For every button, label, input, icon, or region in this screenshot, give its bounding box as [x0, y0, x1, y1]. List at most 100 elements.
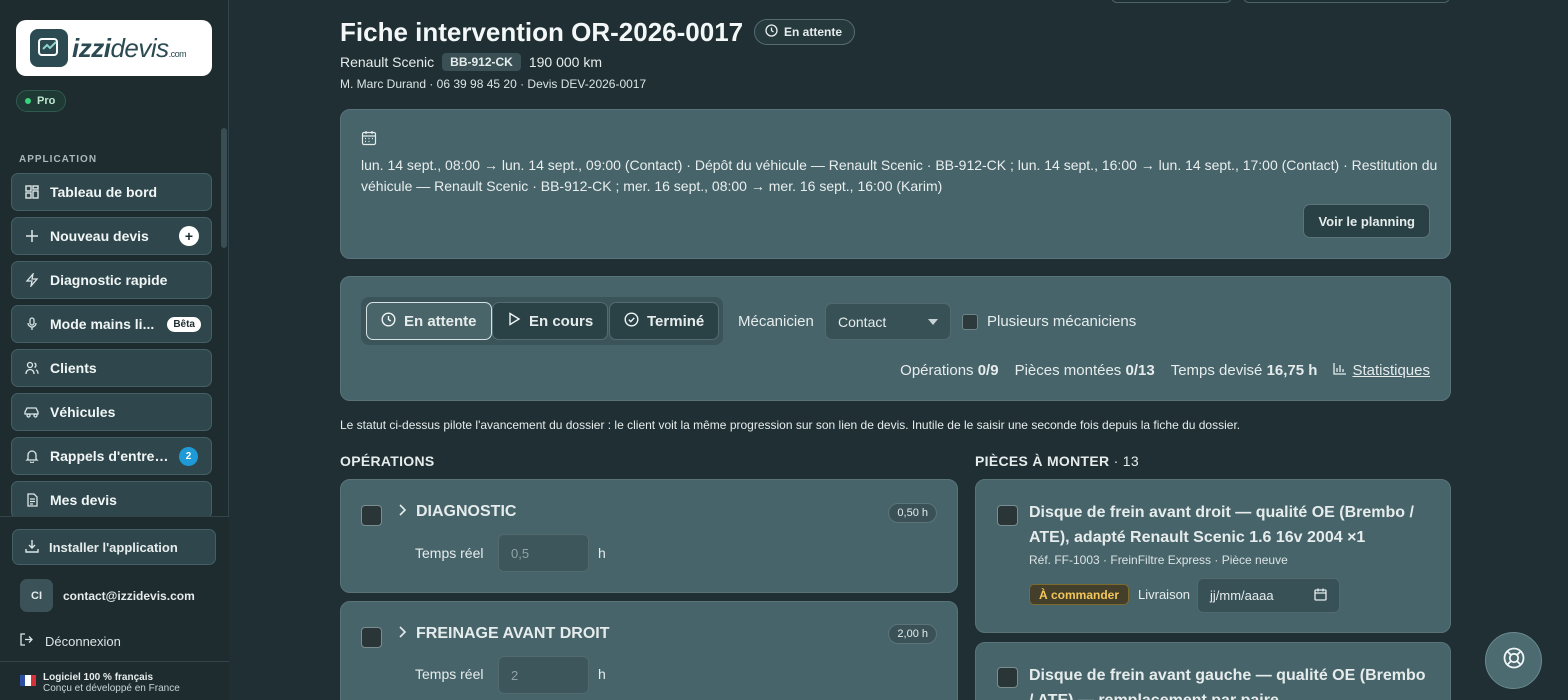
part-name: Disque de frein avant droit — qualité OE… — [1029, 504, 1414, 546]
play-icon — [507, 312, 521, 330]
sidebar-item-label: Tableau de bord — [50, 184, 158, 200]
status-dot-icon — [25, 98, 31, 104]
license-plate: BB-912-CK — [442, 53, 521, 71]
statistics-link[interactable]: Statistiques — [1333, 362, 1430, 379]
operation-name: FREINAGE AVANT DROIT — [416, 625, 610, 642]
status-badge: En attente — [754, 19, 856, 45]
logo-wordmark: izzidevis.com — [72, 32, 187, 63]
new-quote-badge: + — [179, 226, 199, 246]
french-flag-icon — [20, 675, 36, 686]
sidebar-item-my-quotes[interactable]: Mes devis — [11, 481, 212, 519]
operation-checkbox[interactable] — [361, 505, 382, 526]
sidebar-item-label: Clients — [50, 360, 97, 376]
plan-badge: Pro — [16, 90, 67, 112]
microphone-icon — [24, 316, 40, 332]
sidebar-item-clients[interactable]: Clients — [11, 349, 212, 387]
user-account[interactable]: CI contact@izzidevis.com — [20, 579, 195, 612]
sidebar-item-label: Véhicules — [50, 404, 116, 420]
parts-stat: Pièces montées 0/13 — [1014, 362, 1155, 379]
sidebar-item-dashboard[interactable]: Tableau de bord — [11, 173, 212, 211]
calendar-icon[interactable] — [1314, 588, 1327, 604]
real-time-input[interactable]: 0,5 — [498, 534, 589, 572]
part-card: Disque de frein avant droit — qualité OE… — [975, 479, 1451, 633]
sidebar-item-quick-diagnostic[interactable]: Diagnostic rapide — [11, 261, 212, 299]
sidebar-item-label: Mode mains li... — [50, 316, 155, 332]
chevron-down-icon — [928, 319, 938, 325]
sidebar-scrollbar[interactable] — [221, 128, 227, 248]
calendar-icon — [361, 130, 377, 151]
logout-button[interactable]: Déconnexion — [20, 633, 121, 649]
page-title: Fiche intervention OR-2026-0017 — [340, 17, 744, 47]
operation-card: FREINAGE AVANT DROIT 2,00 h Temps réel 2… — [340, 601, 958, 700]
dashboard-icon — [24, 184, 40, 200]
multiple-mechanics-checkbox[interactable] — [962, 313, 978, 330]
install-app-button[interactable]: Installer l'application — [12, 529, 216, 565]
car-icon — [24, 404, 40, 420]
help-lifebuoy-button[interactable] — [1485, 632, 1542, 689]
part-reference: Réf. FF-1003 · FreinFiltre Express · Piè… — [1029, 553, 1288, 567]
plus-icon — [24, 228, 40, 244]
chevron-right-icon[interactable] — [397, 625, 407, 642]
client-info: M. Marc Durand · 06 39 98 45 20 · Devis … — [340, 77, 647, 91]
bell-icon — [24, 448, 40, 464]
sidebar-item-new-quote[interactable]: Nouveau devis + — [11, 217, 212, 255]
operation-hours-badge: 2,00 h — [888, 624, 937, 644]
sidebar-nav: Tableau de bord Nouveau devis + Diagnost… — [11, 173, 212, 525]
top-action-button[interactable] — [1111, 0, 1232, 3]
sidebar-item-maintenance-reminders[interactable]: Rappels d'entret... 2 — [11, 437, 212, 475]
part-name: Disque de frein avant gauche — qualité O… — [1029, 667, 1426, 700]
view-planning-button[interactable]: Voir le planning — [1303, 204, 1430, 238]
status-in-progress-button[interactable]: En cours — [492, 302, 609, 340]
avatar: CI — [20, 579, 53, 612]
operations-stat: Opérations 0/9 — [900, 362, 999, 379]
sidebar-item-vehicles[interactable]: Véhicules — [11, 393, 212, 431]
sidebar-footer: Installer l'application CI contact@izzid… — [0, 516, 229, 700]
logout-icon — [20, 633, 33, 649]
operation-card: DIAGNOSTIC 0,50 h Temps réel 0,5 h — [340, 479, 958, 593]
mechanic-select[interactable]: Contact — [825, 303, 951, 340]
multiple-mechanics-toggle[interactable]: Plusieurs mécaniciens — [962, 313, 1136, 330]
main-content: Fiche intervention OR-2026-0017 En atten… — [229, 0, 1568, 700]
user-email: contact@izzidevis.com — [63, 588, 195, 603]
bar-chart-icon — [1333, 362, 1347, 379]
delivery-date-input[interactable]: jj/mm/aaaa — [1197, 578, 1340, 613]
brand-logo[interactable]: izzidevis.com — [16, 20, 212, 76]
top-action-button[interactable] — [1243, 0, 1450, 3]
parts-heading: PIÈCES À MONTER · 13 — [975, 453, 1139, 469]
made-in-france: Logiciel 100 % français Conçu et dévelop… — [0, 661, 229, 700]
status-waiting-button[interactable]: En attente — [366, 302, 492, 340]
document-icon — [24, 492, 40, 508]
check-circle-icon — [624, 311, 639, 331]
footer-line-1: Logiciel 100 % français — [43, 672, 154, 683]
real-time-label: Temps réel — [415, 666, 484, 682]
reminders-count-badge: 2 — [179, 446, 198, 466]
status-segmented-control: En attente En cours Terminé — [361, 297, 723, 345]
real-time-input[interactable]: 2 — [498, 656, 589, 694]
footer-line-2: Conçu et développé en France — [43, 683, 180, 694]
sidebar-item-label: Mes devis — [50, 492, 117, 508]
schedule-card: lun. 14 sept., 08:00 → lun. 14 sept., 09… — [340, 109, 1451, 259]
part-checkbox[interactable] — [997, 667, 1018, 688]
sidebar-item-label: Diagnostic rapide — [50, 272, 168, 288]
time-unit: h — [598, 545, 606, 561]
vehicle-info: Renault Scenic BB-912-CK 190 000 km — [340, 53, 602, 71]
operation-name: DIAGNOSTIC — [416, 503, 517, 520]
sidebar-item-label: Rappels d'entret... — [50, 448, 169, 464]
operations-heading: OPÉRATIONS — [340, 453, 435, 469]
chevron-right-icon[interactable] — [397, 503, 407, 520]
part-card: Disque de frein avant gauche — qualité O… — [975, 642, 1451, 700]
sidebar-item-hands-free[interactable]: Mode mains li... Bêta — [11, 305, 212, 343]
part-checkbox[interactable] — [997, 505, 1018, 526]
schedule-text: lun. 14 sept., 08:00 → lun. 14 sept., 09… — [361, 157, 1438, 194]
operation-checkbox[interactable] — [361, 627, 382, 648]
operation-hours-badge: 0,50 h — [888, 503, 937, 523]
work-status-card: En attente En cours Terminé Mécanicien C… — [340, 276, 1451, 401]
logo-mark-icon — [30, 29, 68, 67]
status-done-button[interactable]: Terminé — [609, 302, 720, 340]
nav-section-label: APPLICATION — [19, 154, 98, 165]
install-app-label: Installer l'application — [49, 539, 178, 555]
progress-stats: Opérations 0/9 Pièces montées 0/13 Temps… — [900, 362, 1430, 379]
beta-badge: Bêta — [167, 316, 201, 332]
status-note: Le statut ci-dessus pilote l'avancement … — [340, 418, 1241, 432]
vehicle-model: Renault Scenic — [340, 54, 435, 70]
